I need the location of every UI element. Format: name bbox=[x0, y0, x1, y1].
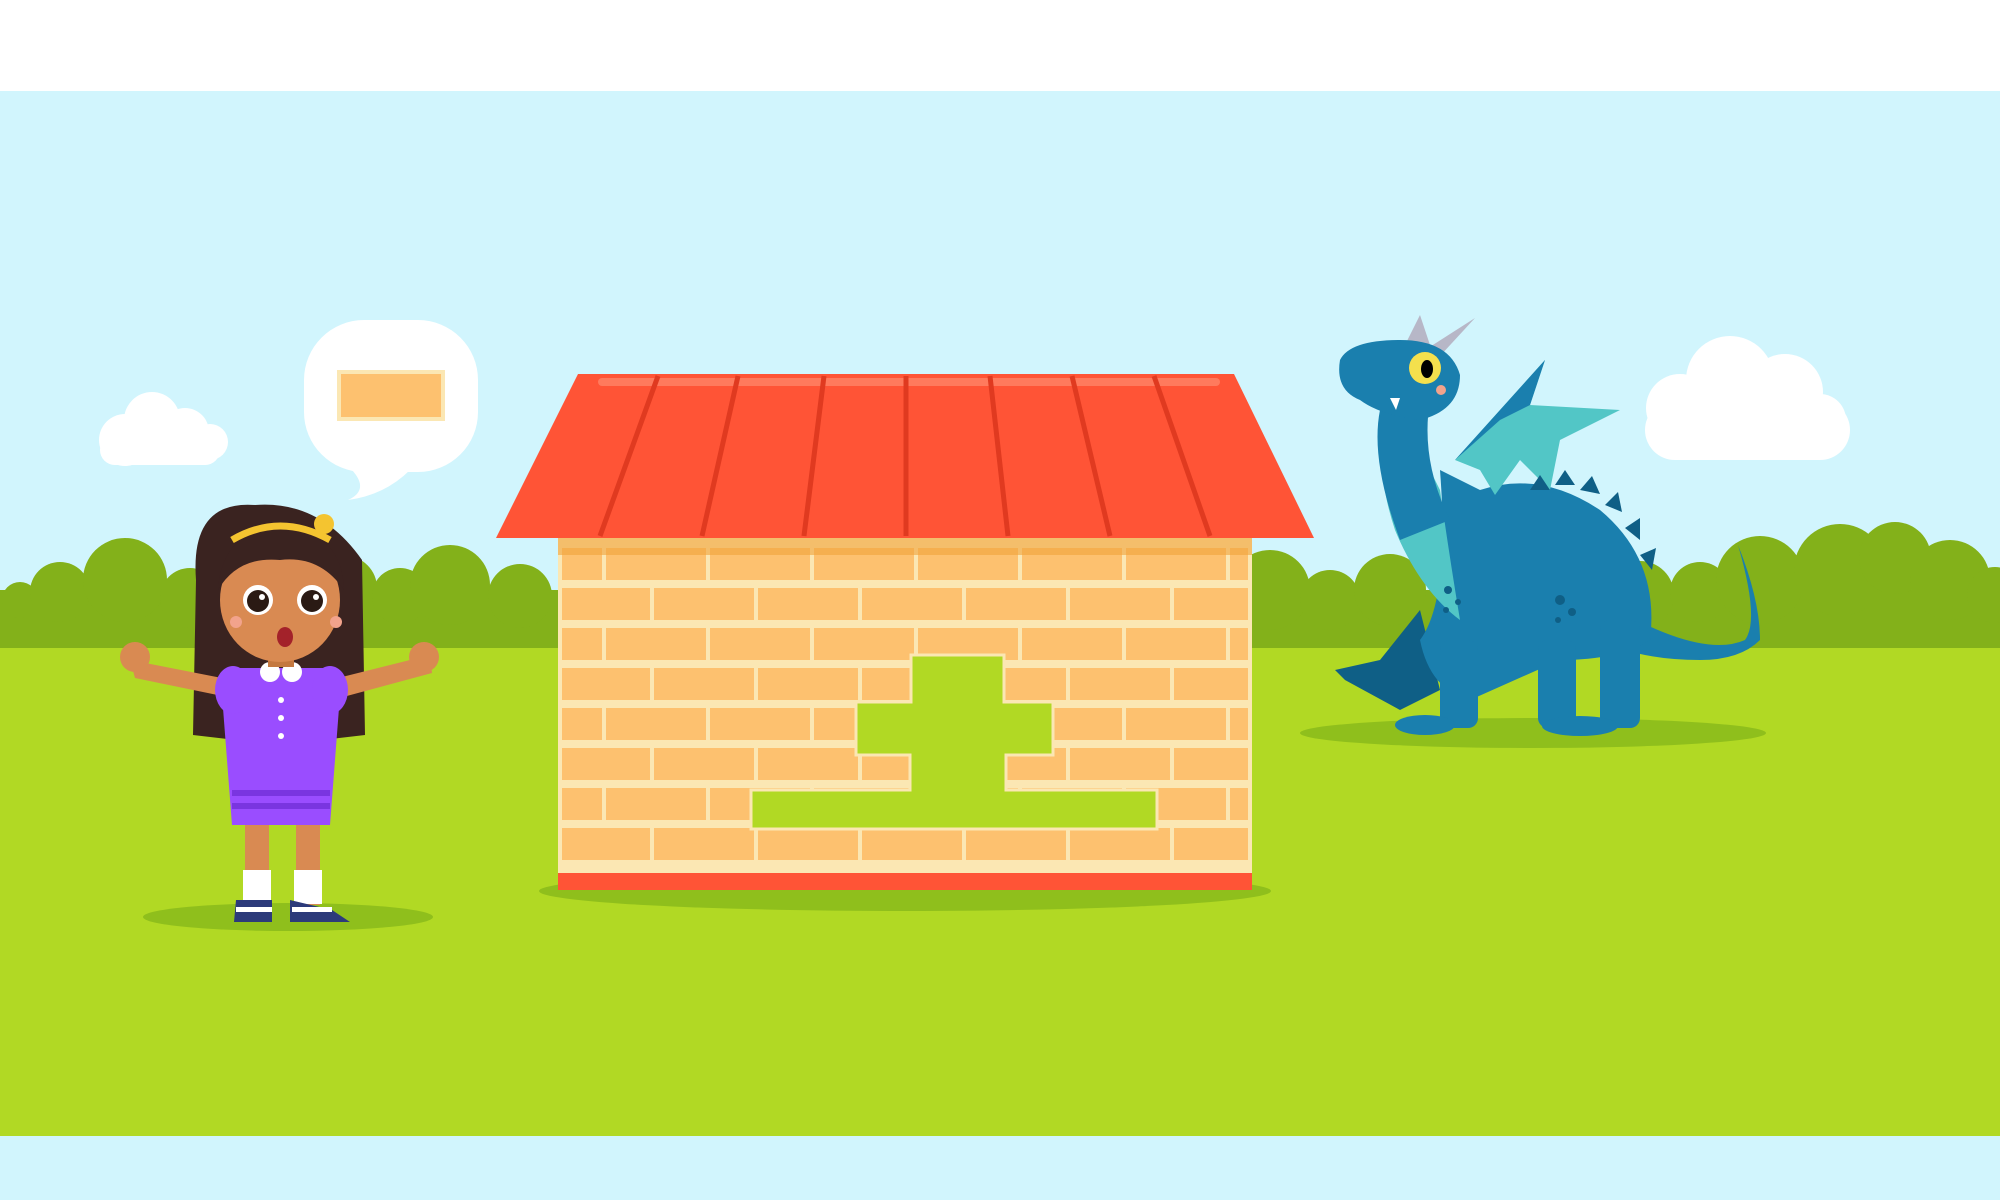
brick bbox=[1230, 788, 1248, 820]
brick bbox=[1174, 828, 1248, 860]
brick bbox=[562, 748, 650, 780]
brick bbox=[654, 828, 754, 860]
brick bbox=[606, 708, 706, 740]
brick bbox=[758, 828, 858, 860]
scene-canvas bbox=[0, 0, 2000, 1200]
brick bbox=[710, 628, 810, 660]
brick bbox=[1070, 668, 1170, 700]
brick bbox=[758, 588, 858, 620]
brick bbox=[1126, 628, 1226, 660]
brick bbox=[1174, 588, 1248, 620]
girl-shadow bbox=[143, 903, 433, 931]
brick bbox=[758, 668, 858, 700]
brick bbox=[562, 588, 650, 620]
top-margin bbox=[0, 0, 2000, 91]
brick bbox=[1022, 628, 1122, 660]
roof-shadow bbox=[558, 537, 1252, 555]
brick bbox=[1230, 708, 1248, 740]
brick bbox=[862, 828, 962, 860]
brick bbox=[606, 788, 706, 820]
brick bbox=[562, 668, 650, 700]
game-scene bbox=[0, 0, 2000, 1200]
bottom-strip bbox=[0, 1136, 2000, 1200]
brick bbox=[862, 588, 962, 620]
brick bbox=[814, 628, 914, 660]
brick bbox=[1070, 828, 1170, 860]
brick bbox=[1174, 668, 1248, 700]
brick bbox=[654, 668, 754, 700]
dragon-shadow bbox=[1300, 718, 1766, 748]
brick bbox=[562, 708, 602, 740]
wall-base bbox=[558, 873, 1252, 890]
brick bbox=[562, 628, 602, 660]
brick bbox=[758, 748, 858, 780]
brick bbox=[966, 588, 1066, 620]
brick bbox=[1070, 748, 1170, 780]
brick bbox=[606, 628, 706, 660]
brick bbox=[562, 788, 602, 820]
brick bbox=[710, 708, 810, 740]
brick bbox=[1070, 588, 1170, 620]
brick bbox=[562, 828, 650, 860]
brick bbox=[1126, 708, 1226, 740]
brick bbox=[654, 748, 754, 780]
brick-house bbox=[496, 374, 1314, 890]
brick bbox=[966, 828, 1066, 860]
brick bbox=[654, 588, 754, 620]
brick bbox=[1174, 748, 1248, 780]
roof-highlight bbox=[598, 378, 1220, 386]
brick bbox=[1230, 628, 1248, 660]
